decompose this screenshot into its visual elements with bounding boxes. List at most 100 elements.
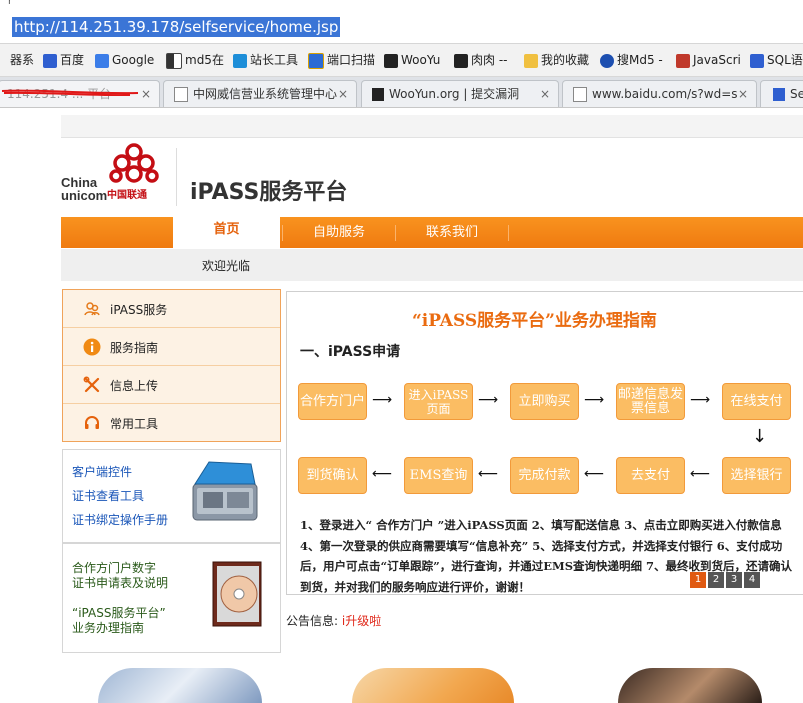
flow-step: 选择银行	[722, 457, 791, 494]
bookmark-item[interactable]: 搜Md5 -	[600, 52, 663, 68]
flow-step: 在线支付	[722, 383, 791, 420]
baidu-icon	[43, 53, 57, 68]
link-client-control[interactable]: 客户端控件	[72, 463, 132, 480]
left-menu: iPASS服务 服务指南 信息上传 常用工具	[62, 289, 281, 442]
flow-step: 立即购买	[510, 383, 579, 420]
address-bar[interactable]: http://114.251.39.178/selfservice/home.j…	[0, 14, 803, 44]
menu-item-tools[interactable]: 常用工具	[63, 404, 280, 441]
bookmark-item[interactable]: JavaScri	[676, 52, 741, 68]
bookmark-folder[interactable]: 我的收藏	[524, 52, 589, 68]
arrow-left-icon: ⟵	[690, 466, 711, 482]
guide-title: “iPASS服务平台”业务办理指南	[412, 311, 657, 331]
promo-image-network[interactable]	[98, 668, 262, 703]
toolbox-icon	[192, 461, 258, 521]
promo-image-people[interactable]	[618, 668, 762, 703]
bookmark-item[interactable]: SQL语	[750, 52, 803, 68]
page-icon	[573, 87, 587, 102]
group-icon	[84, 302, 100, 316]
slide-page-2[interactable]: 2	[708, 572, 724, 588]
main-nav: 首页 自助服务 联系我们	[61, 212, 803, 248]
w3-icon	[676, 53, 690, 68]
downloads-box: 客户端控件 证书查看工具 证书绑定操作手册	[62, 449, 281, 543]
flow-step: 去支付	[616, 457, 685, 494]
flow-step: EMS查询	[404, 457, 473, 494]
chinaz-icon	[233, 53, 247, 68]
logo-divider	[176, 148, 177, 206]
close-icon[interactable]: ×	[141, 81, 151, 107]
info-icon	[83, 338, 101, 356]
nav-divider	[508, 225, 509, 241]
window-top-edge: r	[0, 0, 803, 14]
bookmark-item[interactable]: 肉肉 --	[454, 52, 507, 68]
arrow-right-icon: ⟶	[478, 392, 499, 408]
url-text-selected[interactable]: http://114.251.39.178/selfservice/home.j…	[12, 17, 341, 37]
md5-icon	[166, 52, 182, 69]
link-ipass-guide-2[interactable]: 业务办理指南	[72, 619, 144, 636]
flow-step: 进入iPASS页面	[404, 383, 473, 420]
bookmark-item[interactable]: 站长工具	[233, 52, 298, 68]
slide-page-1[interactable]: 1	[690, 572, 706, 588]
bookmark-item[interactable]: 器系	[10, 52, 34, 68]
page-icon	[174, 87, 188, 102]
tab-item[interactable]: www.baidu.com/s?wd=s ×	[562, 80, 757, 107]
menu-item-ipass[interactable]: iPASS服务	[63, 290, 280, 328]
wooyun-icon	[384, 53, 398, 68]
docs-box: 合作方门户数字 证书申请表及说明 “iPASS服务平台” 业务办理指南	[62, 543, 281, 653]
unicom-knot-icon	[109, 143, 159, 183]
cd-case-icon	[212, 561, 262, 627]
link-cert-application-2[interactable]: 证书申请表及说明	[72, 574, 168, 591]
close-icon[interactable]: ×	[540, 81, 550, 107]
sub-nav: 欢迎光临	[61, 249, 803, 281]
wooyun-icon	[372, 88, 384, 101]
folder-icon	[524, 53, 538, 68]
guide-subtitle: 一、iPASS申请	[300, 344, 401, 360]
arrow-right-icon: ⟶	[584, 392, 605, 408]
slide-page-4[interactable]: 4	[744, 572, 760, 588]
menu-item-upload[interactable]: 信息上传	[63, 366, 280, 404]
tab-item[interactable]: Se	[760, 80, 803, 107]
flow-step: 邮递信息发票信息	[616, 383, 685, 420]
notice-label: 公告信息:	[286, 614, 339, 628]
arrow-right-icon: ⟶	[690, 392, 711, 408]
nav-contact[interactable]: 联系我们	[396, 217, 508, 248]
promo-image-hands[interactable]	[352, 668, 514, 703]
nav-self-service[interactable]: 自助服务	[283, 217, 395, 248]
tab-item[interactable]: 中网威信营业系统管理中心 ×	[163, 80, 357, 107]
china-unicom-logo: China unicom 中国联通	[60, 140, 175, 210]
google-icon	[95, 53, 109, 68]
flow-step: 完成付款	[510, 457, 579, 494]
bookmark-item[interactable]: 百度	[43, 52, 84, 68]
link-cert-binding-manual[interactable]: 证书绑定操作手册	[72, 511, 168, 528]
notice-bar: 公告信息: i升级啦	[286, 612, 381, 629]
port-icon	[308, 52, 324, 69]
slide-page-3[interactable]: 3	[726, 572, 742, 588]
page-top-strip	[61, 115, 803, 138]
bookmark-item[interactable]: 端口扫描	[308, 52, 375, 69]
arrow-left-icon: ⟵	[584, 466, 605, 482]
tools-icon	[83, 376, 100, 393]
flow-step: 合作方门户	[298, 383, 367, 420]
flow-step: 到货确认	[298, 457, 367, 494]
close-icon[interactable]: ×	[338, 81, 348, 107]
baidu-icon	[750, 53, 764, 68]
nav-home[interactable]: 首页	[173, 212, 280, 248]
bookmark-item[interactable]: WooYu	[384, 52, 440, 68]
arrow-left-icon: ⟵	[372, 466, 393, 482]
link-cert-viewer[interactable]: 证书查看工具	[72, 487, 144, 504]
arrow-left-icon: ⟵	[478, 466, 499, 482]
menu-item-guide[interactable]: 服务指南	[63, 328, 280, 366]
bookmarks-bar: 器系 百度 Google md5在 站长工具 端口扫描 WooYu 肉肉 -- …	[0, 44, 803, 77]
tab-item[interactable]: WooYun.org | 提交漏洞 ×	[361, 80, 559, 107]
bookmark-item[interactable]: Google	[95, 52, 154, 68]
close-icon[interactable]: ×	[738, 81, 748, 107]
arrow-down-icon: ↓	[752, 426, 768, 447]
welcome-text: 欢迎光临	[202, 259, 251, 273]
redaction-scribble	[1, 89, 139, 96]
brand-title: iPASS服务平台	[190, 180, 348, 205]
md5-search-icon	[600, 53, 614, 68]
wooyun-icon	[454, 53, 468, 68]
bookmark-item[interactable]: md5在	[166, 52, 224, 69]
headset-icon	[85, 416, 99, 429]
notice-value[interactable]: i升级啦	[342, 614, 381, 628]
baidu-icon	[773, 88, 785, 101]
